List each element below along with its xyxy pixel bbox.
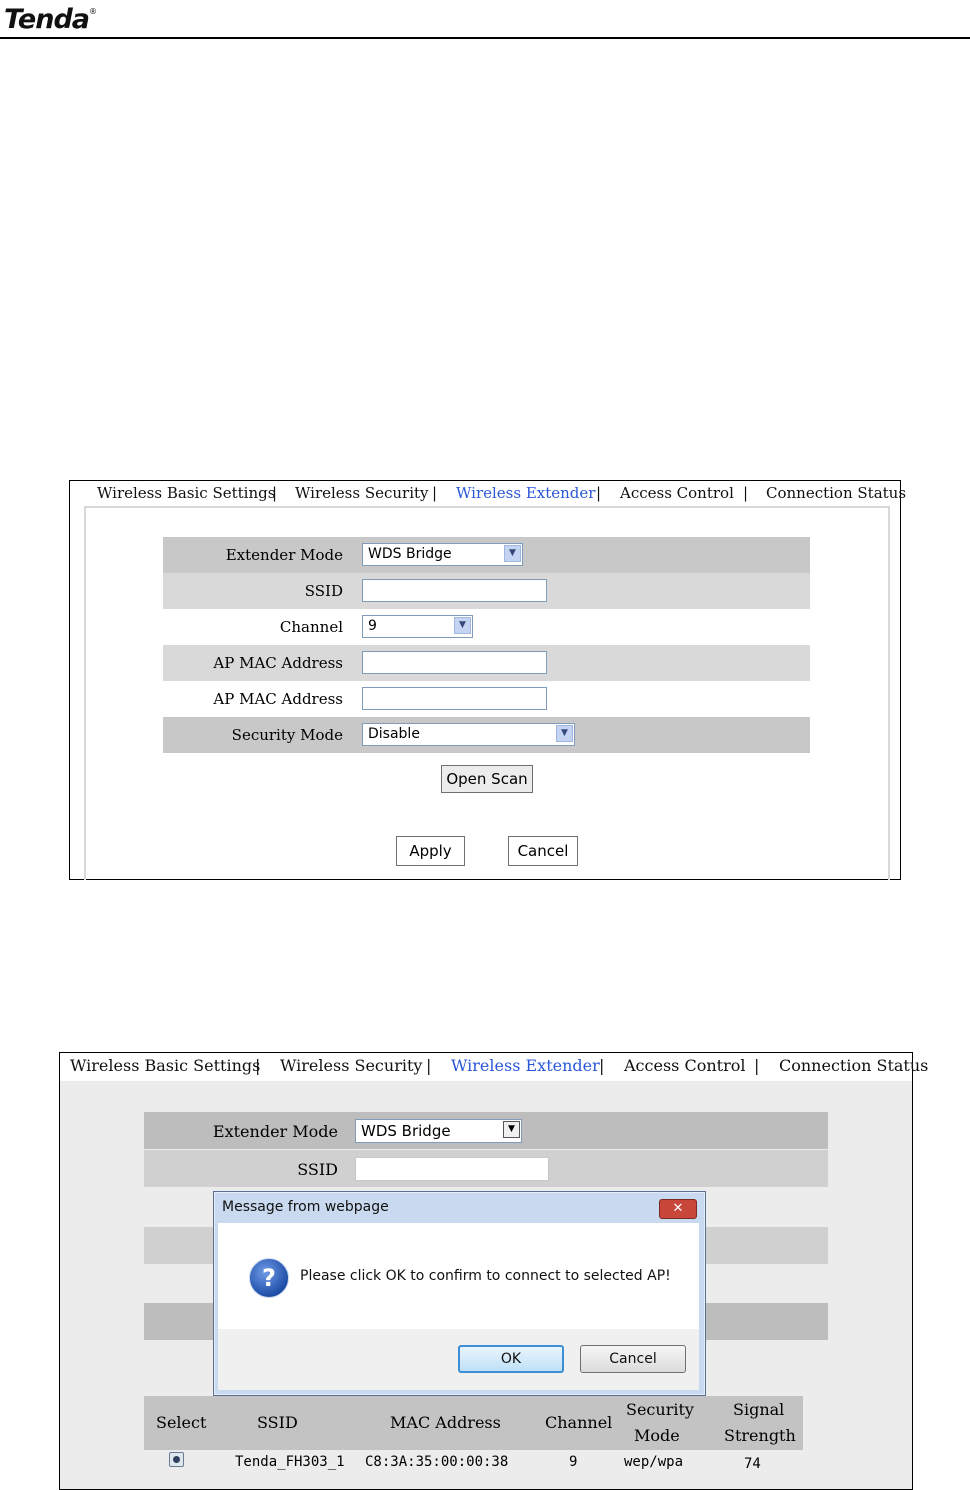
- column-header-signal-strength-line1: Signal: [733, 1400, 785, 1419]
- ssid-row: SSID: [163, 573, 810, 609]
- extender-mode-row: Extender Mode WDS Bridge ▼: [144, 1112, 828, 1149]
- wireless-extender-screenshot: Wireless Basic Settings | Wireless Secur…: [69, 480, 906, 880]
- tab-wireless-extender[interactable]: Wireless Extender: [451, 1056, 600, 1075]
- extender-mode-value: WDS Bridge: [368, 546, 452, 562]
- dialog-footer: OK Cancel: [218, 1329, 699, 1390]
- extender-mode-label: Extender Mode: [212, 1122, 338, 1141]
- ssid-input[interactable]: [362, 579, 547, 602]
- table-row[interactable]: Tenda_FH303_1 C8:3A:35:00:00:38 9 wep/wp…: [144, 1451, 803, 1475]
- security-mode-label: Security Mode: [231, 726, 343, 744]
- column-header-mac-address: MAC Address: [390, 1413, 501, 1432]
- question-icon: ?: [249, 1258, 289, 1298]
- channel-row: Channel 9 ▼: [163, 609, 810, 645]
- cell-mac-address: C8:3A:35:00:00:38: [365, 1454, 509, 1470]
- tab-separator: |: [743, 484, 749, 502]
- channel-value: 9: [368, 618, 377, 634]
- column-header-security-mode-line1: Security: [626, 1400, 694, 1419]
- chevron-down-icon: ▼: [504, 545, 521, 562]
- tab-wireless-security[interactable]: Wireless Security: [280, 1056, 422, 1075]
- ap-mac-address-row: AP MAC Address: [163, 645, 810, 681]
- apply-button[interactable]: Apply: [396, 836, 465, 866]
- extender-mode-label: Extender Mode: [225, 546, 343, 564]
- chevron-down-icon: ▼: [454, 617, 471, 634]
- security-mode-row: Security Mode Disable ▼: [163, 717, 810, 753]
- tab-access-control[interactable]: Access Control: [624, 1056, 745, 1075]
- dialog-cancel-button[interactable]: Cancel: [580, 1345, 686, 1373]
- registered-mark: ®: [89, 7, 97, 16]
- column-header-signal-strength-line2: Strength: [724, 1426, 796, 1445]
- ap-mac-address-label: AP MAC Address: [213, 654, 343, 672]
- ssid-row: SSID: [144, 1150, 828, 1187]
- ok-button[interactable]: OK: [458, 1345, 564, 1373]
- tab-separator: |: [596, 484, 602, 502]
- security-mode-value: Disable: [368, 726, 420, 742]
- cancel-button[interactable]: Cancel: [508, 836, 578, 866]
- tab-separator: |: [272, 484, 278, 502]
- ssid-label: SSID: [304, 582, 343, 600]
- ssid-input[interactable]: [355, 1157, 549, 1181]
- channel-label: Channel: [279, 618, 343, 636]
- ap-mac-address-row-2: AP MAC Address: [163, 681, 810, 717]
- security-mode-select[interactable]: Disable ▼: [362, 723, 575, 746]
- logo-text: Tenda: [4, 4, 90, 35]
- ap-mac-address-input[interactable]: [362, 651, 547, 674]
- radio-selected-dot: [173, 1456, 180, 1463]
- message-dialog: Message from webpage ✕ ? Please click OK…: [213, 1191, 706, 1396]
- tab-separator: |: [599, 1056, 605, 1075]
- tab-wireless-security[interactable]: Wireless Security: [295, 484, 429, 502]
- ap-mac-address-label: AP MAC Address: [213, 690, 343, 708]
- chevron-down-icon: ▼: [556, 725, 573, 742]
- channel-select[interactable]: 9 ▼: [362, 615, 473, 638]
- dialog-title: Message from webpage: [222, 1199, 389, 1215]
- tab-wireless-extender[interactable]: Wireless Extender: [456, 484, 595, 502]
- cell-channel: 9: [569, 1454, 578, 1470]
- tab-separator: |: [432, 484, 438, 502]
- header-rule: [0, 37, 970, 39]
- column-header-security-mode-line2: Mode: [634, 1426, 680, 1445]
- dialog-body: ? Please click OK to confirm to connect …: [218, 1223, 699, 1329]
- connect-confirm-screenshot: Wireless Basic Settings | Wireless Secur…: [59, 1052, 928, 1490]
- open-scan-button[interactable]: Open Scan: [441, 765, 533, 793]
- ap-mac-address-input-2[interactable]: [362, 687, 547, 710]
- column-header-channel: Channel: [545, 1413, 613, 1432]
- chevron-down-icon: ▼: [503, 1121, 520, 1138]
- dialog-message: Please click OK to confirm to connect to…: [300, 1268, 671, 1284]
- cell-ssid: Tenda_FH303_1: [235, 1454, 345, 1470]
- cell-signal-strength: 74: [744, 1456, 761, 1472]
- extender-mode-value: WDS Bridge: [361, 1122, 451, 1140]
- tab-separator: |: [426, 1056, 432, 1075]
- tab-connection-status[interactable]: Connection Status: [766, 484, 906, 502]
- tab-connection-status[interactable]: Connection Status: [779, 1056, 928, 1075]
- tab-wireless-basic-settings[interactable]: Wireless Basic Settings: [97, 484, 275, 502]
- ssid-label: SSID: [297, 1160, 338, 1179]
- select-radio[interactable]: [169, 1452, 184, 1467]
- extender-mode-select[interactable]: WDS Bridge ▼: [362, 543, 523, 566]
- tenda-logo: Tenda®: [4, 4, 97, 35]
- column-header-ssid: SSID: [257, 1413, 298, 1432]
- close-icon[interactable]: ✕: [659, 1199, 697, 1219]
- column-header-select: Select: [156, 1413, 207, 1432]
- tab-wireless-basic-settings[interactable]: Wireless Basic Settings: [70, 1056, 260, 1075]
- tab-separator: |: [255, 1056, 261, 1075]
- scan-table-header: Select SSID MAC Address Channel Security…: [144, 1396, 803, 1450]
- tab-separator: |: [754, 1056, 760, 1075]
- extender-mode-select[interactable]: WDS Bridge ▼: [355, 1119, 522, 1143]
- extender-mode-row: Extender Mode WDS Bridge ▼: [163, 537, 810, 573]
- tab-access-control[interactable]: Access Control: [620, 484, 734, 502]
- cell-security-mode: wep/wpa: [624, 1454, 684, 1470]
